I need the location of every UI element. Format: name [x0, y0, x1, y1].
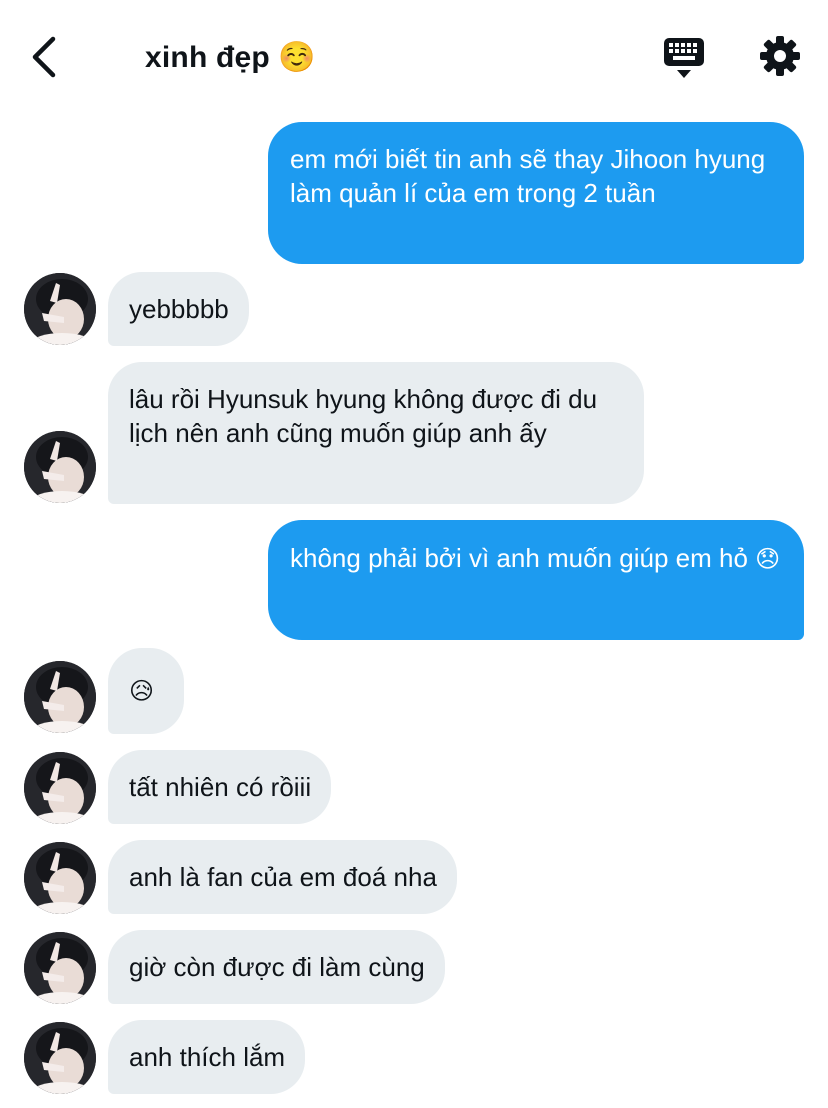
avatar-photo [24, 1022, 96, 1094]
avatar-photo [24, 932, 96, 1004]
avatar[interactable] [24, 431, 96, 503]
message-text: không phải bởi vì anh muốn giúp em hỏ [290, 543, 748, 573]
message-bubble-incoming[interactable]: giờ còn được đi làm cùng [108, 930, 445, 1004]
message-bubble-incoming[interactable]: 😥 [108, 648, 184, 734]
chat-header: xinh đẹp ☺️ [0, 0, 828, 110]
message-text: giờ còn được đi làm cùng [129, 952, 425, 982]
message-bubble-incoming[interactable]: anh là fan của em đoá nha [108, 840, 457, 914]
avatar-photo [24, 431, 96, 503]
avatar-photo [24, 273, 96, 345]
message-bubble-outgoing[interactable]: em mới biết tin anh sẽ thay Jihoon hyung… [268, 122, 804, 264]
message-bubble-outgoing[interactable]: không phải bởi vì anh muốn giúp em hỏ 😞 [268, 520, 804, 640]
message-bubble-incoming[interactable]: yebbbbb [108, 272, 249, 346]
avatar-photo [24, 752, 96, 824]
message-bubble-incoming[interactable]: lâu rồi Hyunsuk hyung không được đi du l… [108, 362, 644, 504]
avatar-photo [24, 661, 96, 733]
conversation-title[interactable]: xinh đẹp ☺️ [145, 40, 316, 75]
chevron-left-icon [32, 36, 56, 78]
message-text: tất nhiên có rồiii [129, 772, 312, 802]
conversation-title-text: xinh đẹp [145, 41, 270, 74]
avatar[interactable] [24, 1022, 96, 1094]
avatar[interactable] [24, 273, 96, 345]
message-text: anh là fan của em đoá nha [129, 862, 437, 892]
settings-button[interactable] [758, 34, 802, 78]
message-text: anh thích lắm [129, 1042, 286, 1072]
avatar-photo [24, 842, 96, 914]
sad-face-emoji: 😞 [755, 546, 781, 573]
avatar[interactable] [24, 932, 96, 1004]
avatar[interactable] [24, 842, 96, 914]
message-bubble-incoming[interactable]: anh thích lắm [108, 1020, 306, 1094]
keyboard-button[interactable] [662, 36, 706, 80]
message-text: em mới biết tin anh sẽ thay Jihoon hyung… [290, 144, 766, 208]
avatar[interactable] [24, 752, 96, 824]
gear-icon [760, 36, 800, 76]
message-text: lâu rồi Hyunsuk hyung không được đi du l… [129, 384, 598, 448]
message-bubble-incoming[interactable]: tất nhiên có rồiii [108, 750, 332, 824]
keyboard-icon [664, 38, 704, 78]
back-button[interactable] [26, 34, 66, 80]
message-text: yebbbbb [129, 294, 229, 324]
sad-but-relieved-emoji: 😥 [129, 678, 155, 705]
title-emoji: ☺️ [277, 41, 316, 74]
avatar[interactable] [24, 661, 96, 733]
